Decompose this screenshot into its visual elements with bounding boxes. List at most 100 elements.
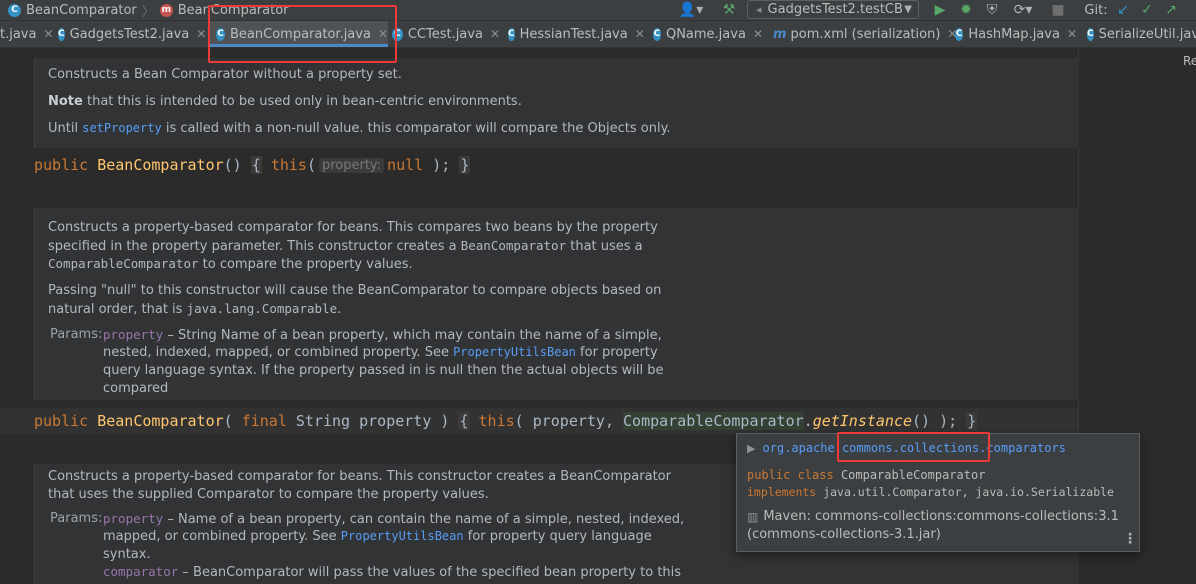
tab-pom-xml[interactable]: m pom.xml (serialization) ✕ bbox=[773, 21, 957, 47]
class-icon: C bbox=[216, 27, 226, 41]
tab-qname-java[interactable]: C QName.java ✕ bbox=[653, 21, 763, 47]
code-line[interactable]: public BeanComparator( final String prop… bbox=[34, 409, 978, 433]
javadoc-line: natural order, that is java.lang.Compara… bbox=[48, 301, 341, 317]
code-token: ( bbox=[514, 412, 524, 430]
javadoc-code: java.lang.Comparable bbox=[186, 301, 338, 316]
method-name: BeanComparator bbox=[97, 156, 224, 174]
debug-icon[interactable]: ✹ bbox=[956, 0, 976, 20]
close-icon[interactable]: ✕ bbox=[1067, 27, 1077, 41]
javadoc-bold: Note bbox=[48, 94, 83, 109]
library-icon: ▥ bbox=[747, 509, 759, 524]
javadoc-link[interactable]: PropertyUtilsBean bbox=[453, 345, 576, 359]
javadoc-text: Constructs a property-based comparator f… bbox=[48, 469, 671, 484]
code-token: ( bbox=[306, 156, 316, 174]
stop-icon[interactable]: ■ bbox=[1048, 0, 1068, 20]
javadoc-text: Constructs a Bean Comparator without a p… bbox=[48, 67, 402, 82]
javadoc-text: that uses the supplied Comparator to com… bbox=[48, 487, 489, 502]
class-reference[interactable]: ComparableComparator bbox=[623, 412, 804, 430]
close-icon[interactable]: ✕ bbox=[753, 27, 763, 41]
params-label: Params: bbox=[50, 511, 103, 526]
keyword: this bbox=[478, 412, 515, 430]
class-icon: C bbox=[508, 27, 515, 41]
package-link[interactable]: org.apache.commons.collections.comparato… bbox=[762, 441, 1065, 455]
quick-documentation-popup[interactable]: ▶ org.apache.commons.collections.compara… bbox=[736, 433, 1140, 552]
close-icon[interactable]: ✕ bbox=[490, 27, 500, 41]
code-token: . bbox=[803, 412, 813, 430]
parameter: property bbox=[359, 412, 432, 430]
user-icon[interactable]: 👤▾ bbox=[676, 0, 706, 20]
code-token: () bbox=[223, 156, 242, 174]
class-icon: C bbox=[58, 27, 65, 41]
close-icon[interactable]: ✕ bbox=[378, 27, 388, 41]
javadoc-text: natural order, that is bbox=[48, 302, 187, 317]
maven-icon: m bbox=[773, 26, 787, 42]
tab-t-java[interactable]: t.java ✕ bbox=[0, 21, 54, 47]
keyword: public class bbox=[747, 468, 834, 482]
keyword: this bbox=[270, 156, 307, 174]
code-line[interactable]: public BeanComparator() { this(property:… bbox=[34, 153, 471, 177]
javadoc-text: Until bbox=[48, 121, 83, 136]
parameter-hint: property: bbox=[318, 157, 385, 173]
more-options-icon[interactable]: ⋮ bbox=[1123, 531, 1137, 547]
javadoc-text: mapped, or combined property. See bbox=[103, 529, 341, 544]
vcs-update-icon[interactable]: ↙ bbox=[1114, 0, 1132, 20]
javadoc-line: specified in the property parameter. Thi… bbox=[48, 238, 643, 254]
tab-cctest-java[interactable]: C CCTest.java ✕ bbox=[392, 21, 500, 47]
keyword: null bbox=[387, 156, 424, 174]
vcs-push-icon[interactable]: ↗ bbox=[1162, 0, 1180, 20]
maven-artifact: Maven: commons-collections:commons-colle… bbox=[763, 509, 1119, 524]
method-call[interactable]: getInstance bbox=[813, 412, 912, 430]
breadcrumb-class[interactable]: BeanComparator bbox=[26, 3, 137, 18]
javadoc-text: for property query language bbox=[463, 529, 652, 544]
close-icon[interactable]: ✕ bbox=[43, 27, 53, 41]
javadoc-line: mapped, or combined property. See Proper… bbox=[103, 529, 652, 544]
maven-jar: (commons-collections-3.1.jar) bbox=[747, 527, 941, 542]
javadoc-text: is called with a non-null value. this co… bbox=[161, 121, 671, 136]
javadoc-text: . bbox=[337, 302, 342, 317]
argument: property, bbox=[532, 412, 614, 430]
param-name: property bbox=[103, 511, 164, 526]
run-configuration-select[interactable]: ◂ GadgetsTest2.testCB ▼ bbox=[747, 0, 919, 19]
tab-hashmap-java[interactable]: C HashMap.java ✕ bbox=[955, 21, 1077, 47]
javadoc-text: for property bbox=[575, 345, 658, 360]
tab-gadgetstest2-java[interactable]: C GadgetsTest2.java ✕ bbox=[58, 21, 206, 47]
close-icon[interactable]: ✕ bbox=[196, 27, 206, 41]
code-token: ); bbox=[432, 156, 451, 174]
tab-label: GadgetsTest2.java bbox=[69, 26, 190, 42]
chevron-down-icon: ▼ bbox=[904, 4, 912, 15]
class-name: ComparableComparator bbox=[840, 468, 986, 482]
javadoc-line: property – String Name of a bean propert… bbox=[103, 327, 662, 343]
tab-hessiantest-java[interactable]: C HessianTest.java ✕ bbox=[508, 21, 645, 47]
breadcrumb-method[interactable]: BeanComparator bbox=[178, 3, 289, 18]
javadoc-text: that this is intended to be used only in… bbox=[82, 94, 522, 109]
tab-beancomparator-java[interactable]: C BeanComparator.java ✕ bbox=[210, 21, 388, 47]
class-icon: C bbox=[653, 27, 661, 41]
popup-maven-row: ▥ Maven: commons-collections:commons-col… bbox=[747, 509, 1119, 524]
vcs-label: Git: bbox=[1084, 2, 1108, 18]
javadoc-text: syntax. bbox=[103, 547, 151, 562]
run-icon[interactable]: ▶ bbox=[930, 0, 950, 20]
tab-serializeutil-java[interactable]: C SerializeUtil.java bbox=[1087, 21, 1196, 47]
javadoc-text: Passing "null" to this constructor will … bbox=[48, 283, 662, 298]
interfaces: java.util.Comparator, java.io.Serializab… bbox=[823, 485, 1114, 499]
class-icon: C bbox=[1087, 27, 1094, 41]
run-config-left-arrow-icon: ◂ bbox=[756, 3, 762, 16]
build-hammer-icon[interactable]: ⚒ bbox=[718, 0, 740, 20]
javadoc-line: nested, indexed, mapped, or combined pro… bbox=[103, 345, 658, 360]
javadoc-link[interactable]: PropertyUtilsBean bbox=[341, 529, 464, 543]
code-token: ( bbox=[223, 412, 233, 430]
profile-icon[interactable]: ⟳▾ bbox=[1006, 0, 1040, 20]
javadoc-link[interactable]: setProperty bbox=[82, 121, 161, 135]
javadoc-line: comparator – BeanComparator will pass th… bbox=[103, 564, 681, 580]
vcs-commit-icon[interactable]: ✓ bbox=[1138, 0, 1156, 20]
tab-label: BeanComparator.java bbox=[230, 26, 371, 42]
class-icon: C bbox=[8, 3, 21, 17]
keyword: implements bbox=[747, 485, 817, 499]
type-name: String bbox=[295, 412, 351, 430]
param-name: comparator bbox=[103, 564, 179, 579]
keyword: public bbox=[34, 412, 89, 430]
javadoc-text: Constructs a property-based comparator f… bbox=[48, 220, 658, 235]
breadcrumb[interactable]: C BeanComparator 〉 m BeanComparator bbox=[8, 1, 289, 20]
coverage-icon[interactable]: ⛨ bbox=[982, 0, 1002, 20]
close-icon[interactable]: ✕ bbox=[635, 27, 645, 41]
